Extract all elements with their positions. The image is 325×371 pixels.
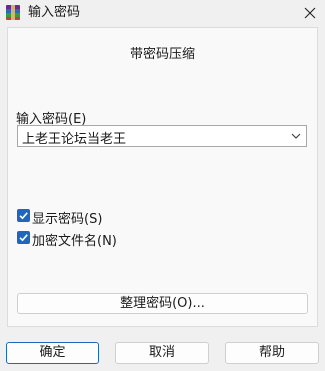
title-bar: 输入密码 [0,0,325,26]
encrypt-filenames-label[interactable]: 加密文件名(N) [32,230,117,249]
close-icon [304,7,316,19]
organize-passwords-button[interactable]: 整理密码(O)... [17,293,308,314]
winrar-icon [6,5,20,20]
cancel-button[interactable]: 取消 [115,342,209,364]
chevron-down-icon[interactable] [290,130,302,142]
password-combobox[interactable]: 上老王论坛当老王 [17,125,307,147]
profile-title: 带密码压缩 [129,47,195,62]
password-field-value[interactable]: 上老王论坛当老王 [22,128,126,147]
ok-button[interactable]: 确定 [6,342,99,364]
window-title: 输入密码 [28,5,81,20]
help-button[interactable]: 帮助 [225,342,319,364]
close-button[interactable] [299,2,321,24]
checkbox-checked-icon[interactable] [17,231,30,244]
show-password-label[interactable]: 显示密码(S) [32,208,102,227]
checkbox-checked-icon[interactable] [17,209,30,222]
general-panel: 带密码压缩 输入密码(E) 上老王论坛当老王 显示密码(S) 加密文件名(N) … [7,27,318,327]
